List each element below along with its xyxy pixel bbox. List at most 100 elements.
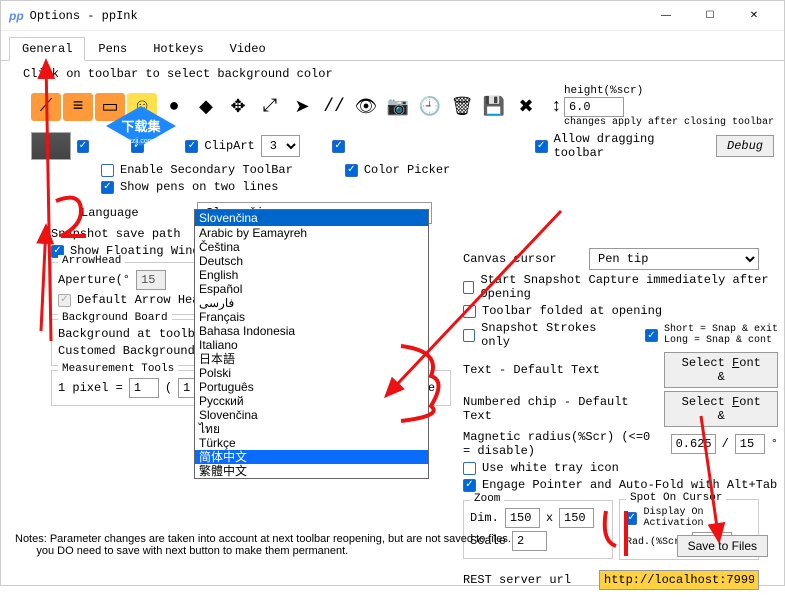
tab-video[interactable]: Video bbox=[217, 37, 279, 61]
window-title: Options - ppInk bbox=[30, 9, 644, 23]
cursor-select[interactable]: Pen tip bbox=[589, 248, 759, 270]
line-icon[interactable]: ⟋ bbox=[31, 93, 61, 121]
lang-option[interactable]: English bbox=[195, 268, 428, 282]
cb-secondary[interactable] bbox=[101, 164, 114, 177]
arrowhead-legend: ArrowHead bbox=[58, 255, 125, 267]
zoom-d2[interactable] bbox=[559, 508, 594, 528]
language-label: Language bbox=[81, 206, 191, 220]
cb-folded[interactable] bbox=[463, 305, 476, 318]
camera-icon[interactable]: 📷 bbox=[383, 93, 413, 121]
clock-icon[interactable]: 🕘 bbox=[415, 93, 445, 121]
tab-hotkeys[interactable]: Hotkeys bbox=[140, 37, 216, 61]
move-icon[interactable]: ✥ bbox=[223, 93, 253, 121]
tab-general[interactable]: General bbox=[9, 37, 85, 61]
cb-strokes[interactable] bbox=[463, 329, 475, 342]
mag1[interactable] bbox=[671, 434, 716, 454]
lang-option[interactable]: Italiano bbox=[195, 338, 428, 352]
short-label: Short = Snap & exit Long = Snap & cont bbox=[664, 324, 778, 346]
rest-label: REST server url bbox=[463, 573, 593, 587]
language-dropdown[interactable]: Slovenčina Arabic by EamayrehČeštinaDeut… bbox=[194, 209, 429, 479]
save-icon[interactable]: 💾 bbox=[479, 93, 509, 121]
secondary-label: Enable Secondary ToolBar bbox=[120, 163, 293, 177]
meas-legend: Measurement Tools bbox=[58, 363, 178, 375]
lang-option[interactable]: Polski bbox=[195, 366, 428, 380]
bg-color-hint: Click on toolbar to select background co… bbox=[23, 67, 774, 81]
lang-option[interactable]: Español bbox=[195, 282, 428, 296]
strokes-label: Snapshot Strokes only bbox=[481, 321, 621, 349]
rest-url[interactable] bbox=[599, 570, 759, 590]
lang-option[interactable]: 简体中文 bbox=[195, 450, 428, 464]
cb3[interactable]: ✓ bbox=[185, 140, 198, 153]
dot-icon[interactable]: ● bbox=[159, 93, 189, 121]
lang-option[interactable]: Français bbox=[195, 310, 428, 324]
bg-custom: Customed Background bbox=[58, 344, 195, 358]
colorpicker-label: Color Picker bbox=[364, 163, 450, 177]
save-to-files-button[interactable]: Save to Files bbox=[677, 535, 768, 557]
select-font-num[interactable]: Select Font & bbox=[664, 391, 778, 427]
lang-option[interactable]: فارسی bbox=[195, 296, 428, 310]
lang-option[interactable]: ไทย bbox=[195, 422, 428, 436]
display-label: Display On Activation bbox=[643, 507, 752, 529]
lang-option[interactable]: 繁體中文 bbox=[195, 464, 428, 478]
lang-option[interactable]: 日本語 bbox=[195, 352, 428, 366]
twolines-label: Show pens on two lines bbox=[120, 180, 278, 194]
lang-option[interactable]: Português bbox=[195, 380, 428, 394]
minimize-button[interactable]: — bbox=[644, 2, 688, 30]
cb1[interactable]: ✓ bbox=[77, 140, 90, 153]
height-label: height(%scr) bbox=[564, 85, 774, 97]
parallel-icon[interactable]: // bbox=[319, 93, 349, 121]
lang-option[interactable]: Slovenčina bbox=[195, 408, 428, 422]
cb4[interactable]: ✓ bbox=[332, 140, 345, 153]
folded-label: Toolbar folded at opening bbox=[482, 304, 662, 318]
lang-option[interactable]: Arabic by Eamayreh bbox=[195, 226, 428, 240]
zoom-d1[interactable] bbox=[505, 508, 540, 528]
cb-colorpicker[interactable]: ✓ bbox=[345, 164, 358, 177]
bg-at-toolbar: Background at toolbar bbox=[58, 327, 209, 341]
x-icon[interactable]: ✖ bbox=[511, 93, 541, 121]
clipart-label: ClipArt bbox=[204, 139, 254, 153]
eye-icon[interactable]: 👁 bbox=[351, 93, 381, 121]
snap-path-label: Snapshot save path bbox=[51, 227, 181, 241]
cursor-icon[interactable]: ➤ bbox=[287, 93, 317, 121]
spot-legend: Spot On Cursor bbox=[626, 492, 726, 504]
maximize-button[interactable]: ☐ bbox=[688, 2, 732, 30]
lang-option[interactable]: Čeština bbox=[195, 240, 428, 254]
cb-twolines[interactable]: ✓ bbox=[101, 181, 114, 194]
px-label: 1 pixel = bbox=[58, 381, 123, 395]
text-label: Text - Default Text bbox=[463, 363, 658, 377]
cursor-label: Canvas cursor bbox=[463, 252, 583, 266]
trash-icon[interactable]: 🗑 bbox=[447, 93, 477, 121]
cb-tray[interactable] bbox=[463, 462, 476, 475]
resize-icon[interactable]: ⤢ bbox=[255, 93, 285, 121]
close-button[interactable]: ✕ bbox=[732, 2, 776, 30]
cb-display[interactable]: ✓ bbox=[626, 512, 637, 525]
debug-button[interactable]: Debug bbox=[716, 135, 774, 157]
cb-short[interactable]: ✓ bbox=[645, 329, 658, 342]
clipart-count[interactable]: 3 bbox=[261, 135, 301, 157]
cb-default-arrow: ✓ bbox=[58, 294, 71, 307]
cb-allowdrag[interactable]: ✓ bbox=[535, 140, 548, 153]
lang-option[interactable]: Русский bbox=[195, 394, 428, 408]
lang-option[interactable]: Bahasa Indonesia bbox=[195, 324, 428, 338]
select-font-text[interactable]: Select Font & bbox=[664, 352, 778, 388]
eraser-icon[interactable]: ◆ bbox=[191, 93, 221, 121]
lang-option[interactable]: Deutsch bbox=[195, 254, 428, 268]
cb-startcap[interactable] bbox=[463, 281, 474, 294]
cb2[interactable]: ✓ bbox=[131, 140, 144, 153]
cb-engage[interactable]: ✓ bbox=[463, 479, 476, 492]
num-label: Numbered chip - Default Text bbox=[463, 395, 658, 423]
px-val[interactable] bbox=[129, 378, 159, 398]
aperture-input bbox=[136, 270, 166, 290]
lang-option[interactable]: Türkçe bbox=[195, 436, 428, 450]
mag2[interactable] bbox=[735, 434, 765, 454]
clip-icon[interactable]: ▭ bbox=[95, 93, 125, 121]
startcap-label: Start Snapshot Capture immediately after… bbox=[480, 273, 778, 301]
mag-label: Magnetic radius(%Scr) (<=0 = disable) bbox=[463, 430, 665, 458]
engage-label: Engage Pointer and Auto-Fold with Alt+Ta… bbox=[482, 478, 777, 492]
pen-sample-icon[interactable] bbox=[31, 132, 71, 160]
sort-icon[interactable]: ≡ bbox=[63, 93, 93, 121]
lang-selected[interactable]: Slovenčina bbox=[195, 210, 428, 226]
tab-pens[interactable]: Pens bbox=[85, 37, 140, 61]
height-input[interactable] bbox=[564, 97, 624, 117]
face-icon[interactable]: ☺ bbox=[127, 93, 157, 121]
